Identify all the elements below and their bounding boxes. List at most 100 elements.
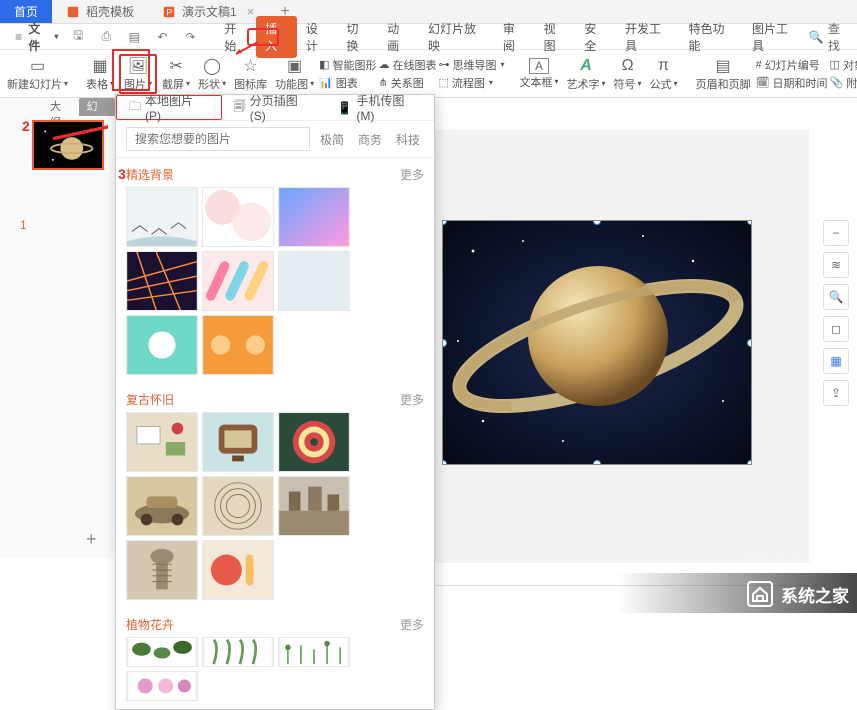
qa-undo[interactable]: ↶ (149, 27, 175, 47)
layers-button[interactable]: ≋ (823, 252, 849, 278)
bg-thumb[interactable] (126, 540, 198, 600)
resize-handle-w[interactable] (442, 339, 447, 347)
bg-thumb[interactable] (202, 637, 274, 667)
table-button[interactable]: ▦表格▾ (83, 56, 117, 92)
chart-button[interactable]: 📊图表 (319, 75, 376, 91)
brand-name: 系统之家 (781, 582, 849, 607)
qrcode-button[interactable]: ▦ (823, 348, 849, 374)
symbol-button[interactable]: Ω符号▾ (611, 56, 645, 92)
qa-save[interactable]: 🖫 (65, 27, 91, 47)
ribbon-tab-insert[interactable]: 插入 (256, 16, 297, 58)
ribbon-tab-picturetools[interactable]: 图片工具 (743, 16, 806, 58)
ribbon-tab-view[interactable]: 视图 (535, 16, 576, 58)
flowchart-icon: ⬚ (439, 76, 449, 89)
phone-icon: 📱 (337, 101, 352, 115)
qa-print[interactable]: ⎙ (93, 27, 119, 47)
tab-template[interactable]: 稻壳模板 (52, 0, 148, 23)
iconlib-button[interactable]: ☆图标库 (231, 56, 270, 92)
annotation-arrow-1 (232, 40, 260, 58)
camera-icon: ✂ (163, 56, 189, 76)
selected-image[interactable] (442, 220, 752, 465)
ribbon-tab-transition[interactable]: 切换 (338, 16, 379, 58)
local-image-option[interactable]: 🗀本地图片(P) (116, 95, 222, 120)
datetime-button[interactable]: 🗓日期和时间 (756, 75, 828, 91)
search-tag-minimal[interactable]: 极简 (316, 131, 348, 148)
headerfooter-button[interactable]: ▤页眉和页脚 (693, 56, 754, 92)
attach-button[interactable]: 📎附件 (830, 75, 857, 91)
resize-handle-ne[interactable] (747, 220, 752, 225)
bg-thumb[interactable] (278, 251, 350, 311)
bg-thumb[interactable] (126, 315, 198, 375)
bg-thumb[interactable] (202, 540, 274, 600)
bg-thumb[interactable] (202, 315, 274, 375)
file-menu[interactable]: ≡文件▾ (6, 18, 63, 56)
more-plants[interactable]: 更多 (400, 616, 424, 633)
object-button[interactable]: ◫对象 (830, 57, 857, 73)
flowchart-button[interactable]: ⬚流程图▾ (439, 75, 505, 91)
redo-icon: ↷ (182, 29, 198, 45)
resize-handle-s[interactable] (593, 460, 601, 465)
search-tag-business[interactable]: 商务 (354, 131, 386, 148)
shape-icon: ◯ (199, 56, 225, 76)
qa-preview[interactable]: ▤ (121, 27, 147, 47)
bg-thumb[interactable] (278, 637, 350, 667)
bg-thumb[interactable] (202, 251, 274, 311)
search-button[interactable]: 🔍查找 (809, 20, 852, 54)
phone-image-option[interactable]: 📱手机传图(M) (325, 95, 434, 120)
relation-chart-button[interactable]: ⋔关系图 (379, 75, 437, 91)
resize-handle-sw[interactable] (442, 460, 447, 465)
bg-thumb[interactable] (126, 251, 198, 311)
slidenum-button[interactable]: #幻灯片编号 (756, 57, 828, 73)
bg-thumb[interactable] (126, 187, 198, 247)
ribbon-tab-animation[interactable]: 动画 (378, 16, 419, 58)
resize-handle-e[interactable] (747, 339, 752, 347)
bg-thumb[interactable] (126, 476, 198, 536)
bg-thumb[interactable] (202, 187, 274, 247)
pages-icon: 🗐 (234, 97, 246, 118)
ribbon-tab-dev[interactable]: 开发工具 (616, 16, 679, 58)
search-tag-tech[interactable]: 科技 (392, 131, 424, 148)
bg-thumb[interactable] (278, 476, 350, 536)
search-plus-icon: 🔍 (829, 290, 844, 304)
bg-thumb[interactable] (126, 637, 198, 667)
bg-thumb[interactable] (126, 671, 198, 701)
ribbon-tab-review[interactable]: 审阅 (494, 16, 535, 58)
image-button[interactable]: 🖼图片▾ (119, 54, 157, 94)
add-slide-button[interactable]: + (86, 529, 97, 550)
ribbon-tab-design[interactable]: 设计 (297, 16, 338, 58)
menu-icon: ≡ (11, 29, 26, 45)
brand-badge: 系统之家 (747, 581, 849, 607)
share-button[interactable]: ⇪ (823, 380, 849, 406)
funcchart-button[interactable]: ▣功能图▾ (272, 56, 317, 92)
crop-icon: ◻ (831, 322, 841, 336)
online-img-button[interactable]: ☁在线图表 (379, 57, 437, 73)
ribbon-tab-security[interactable]: 安全 (575, 16, 616, 58)
search-icon: 🔍 (809, 29, 824, 45)
smartart-button[interactable]: ◧智能图形 (319, 57, 376, 73)
qa-redo[interactable]: ↷ (177, 27, 203, 47)
crop-button[interactable]: ◻ (823, 316, 849, 342)
zoom-in-button[interactable]: 🔍 (823, 284, 849, 310)
screenshot-button[interactable]: ✂截屏▾ (159, 56, 193, 92)
ribbon-tab-slideshow[interactable]: 幻灯片放映 (419, 16, 494, 58)
section-title-plants: 植物花卉 (126, 616, 174, 633)
ribbon-tab-feature[interactable]: 特色功能 (680, 16, 743, 58)
bg-thumb[interactable] (202, 412, 274, 472)
paged-image-option[interactable]: 🗐分页插图(S) (222, 95, 326, 120)
formula-button[interactable]: π公式▾ (647, 56, 681, 92)
bg-thumb[interactable] (278, 187, 350, 247)
textbox-button[interactable]: A文本框▾ (517, 58, 562, 90)
shape-button[interactable]: ◯形状▾ (195, 56, 229, 92)
iconlib-icon: ☆ (238, 56, 264, 76)
wordart-button[interactable]: A艺术字▾ (564, 56, 609, 92)
bg-thumb[interactable] (278, 412, 350, 472)
bg-thumb[interactable] (126, 412, 198, 472)
bg-thumb[interactable] (202, 476, 274, 536)
mindmap-button[interactable]: ⊶思维导图▾ (439, 57, 505, 73)
more-featured[interactable]: 更多 (400, 166, 424, 183)
image-search-input[interactable] (126, 127, 310, 151)
more-retro[interactable]: 更多 (400, 391, 424, 408)
zoom-out-button[interactable]: − (823, 220, 849, 246)
resize-handle-se[interactable] (747, 460, 752, 465)
new-slide-button[interactable]: ▭新建幻灯片▾ (4, 56, 71, 92)
